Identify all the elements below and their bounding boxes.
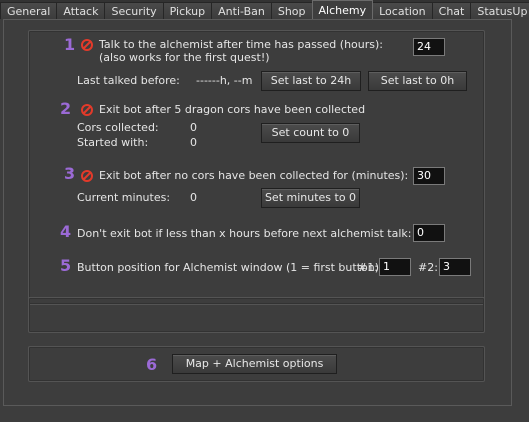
tab-chat[interactable]: Chat (431, 2, 472, 19)
button-position-1-label: #1: (358, 261, 378, 274)
set-minutes-button[interactable]: Set minutes to 0 (261, 188, 360, 208)
started-with-label: Started with: (77, 136, 149, 149)
current-minutes-label: Current minutes: (77, 191, 171, 204)
section-number-1: 1 (64, 35, 76, 54)
cors-collected-value: 0 (190, 121, 197, 134)
tab-statusup[interactable]: StatusUp (470, 2, 529, 19)
tab-security[interactable]: Security (104, 2, 164, 19)
button-position-1-input[interactable]: 1 (379, 258, 411, 276)
map-alchemist-options-button[interactable]: Map + Alchemist options (172, 354, 337, 374)
tab-shop[interactable]: Shop (270, 2, 313, 19)
set-last-0h-button[interactable]: Set last to 0h (368, 71, 467, 91)
stop-icon (81, 104, 93, 116)
dont-exit-label: Don't exit bot if less than x hours befo… (77, 227, 412, 240)
started-with-value: 0 (190, 136, 197, 149)
section-number-4: 4 (60, 222, 72, 241)
tab-general[interactable]: General (0, 2, 58, 19)
exit-after-cors-label: Exit bot after 5 dragon cors have been c… (99, 103, 366, 116)
tab-pickup[interactable]: Pickup (162, 2, 213, 19)
last-talked-value: ------h, --m (196, 74, 253, 87)
current-minutes-value: 0 (190, 191, 197, 204)
tab-attack[interactable]: Attack (56, 2, 106, 19)
map-options-group: 6 Map + Alchemist options (28, 346, 485, 382)
button-position-2-label: #2: (418, 261, 438, 274)
button-position-2-input[interactable]: 3 (439, 258, 471, 276)
talk-hours-input[interactable]: 24 (413, 38, 445, 56)
alchemy-settings-group: 1 Talk to the alchemist after time has p… (28, 30, 485, 305)
section-number-2: 2 (60, 99, 72, 118)
tab-alchemy[interactable]: Alchemy (311, 0, 374, 19)
section-number-6: 6 (146, 355, 158, 374)
tab-bar: General Attack Security Pickup Anti-Ban … (0, 0, 529, 19)
stop-icon (81, 39, 93, 51)
set-last-24h-button[interactable]: Set last to 24h (261, 71, 361, 91)
bot-settings-window: General Attack Security Pickup Anti-Ban … (0, 0, 529, 422)
alchemy-panel: 1 Talk to the alchemist after time has p… (3, 19, 512, 406)
section-number-3: 3 (64, 164, 76, 183)
alchemist-talk-note: (also works for the first quest!) (99, 51, 270, 64)
set-count-button[interactable]: Set count to 0 (261, 123, 360, 143)
alchemist-talk-label: Talk to the alchemist after time has pas… (99, 38, 384, 51)
tab-location[interactable]: Location (372, 2, 433, 19)
no-cors-minutes-input[interactable]: 30 (413, 167, 445, 185)
last-talked-label: Last talked before: (77, 74, 180, 87)
empty-group (28, 297, 485, 333)
dont-exit-hours-input[interactable]: 0 (413, 224, 445, 242)
section-number-5: 5 (60, 256, 72, 275)
exit-no-cors-label: Exit bot after no cors have been collect… (99, 169, 409, 182)
tab-anti-ban[interactable]: Anti-Ban (211, 2, 272, 19)
stop-icon (81, 170, 93, 182)
button-position-label: Button position for Alchemist window (1 … (77, 261, 383, 274)
cors-collected-label: Cors collected: (77, 121, 159, 134)
